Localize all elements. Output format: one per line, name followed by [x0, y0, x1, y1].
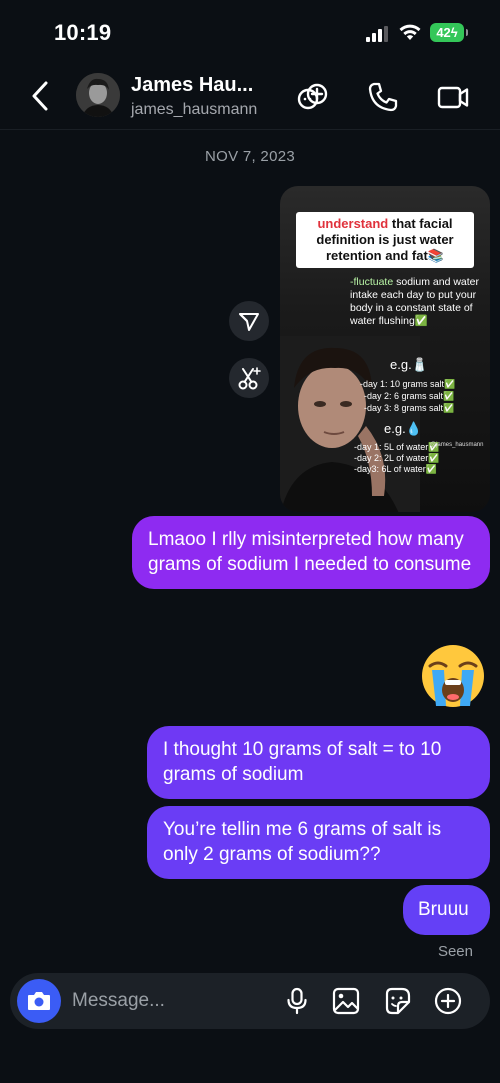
charging-icon: ϟ: [450, 25, 458, 40]
share-button[interactable]: [229, 301, 269, 341]
post-caption: understand that facial definition is jus…: [296, 212, 474, 268]
battery-indicator: 42 ϟ: [430, 23, 468, 42]
crying-emoji[interactable]: [416, 640, 490, 712]
salt-header: e.g.🧂: [390, 357, 428, 372]
contact-name[interactable]: James Hau...: [131, 74, 253, 97]
water-list: -day 1: 5L of water✅ -day 2: 2L of water…: [354, 442, 439, 475]
send-icon: [239, 313, 259, 331]
message-input[interactable]: [72, 989, 262, 1013]
message-bubble[interactable]: You’re tellin me 6 grams of salt is only…: [147, 806, 490, 879]
add-people-icon[interactable]: [296, 80, 330, 114]
gallery-icon[interactable]: [331, 986, 361, 1016]
salt-list: -day 1: 10 grams salt✅ -day 2: 6 grams s…: [360, 378, 455, 414]
chat-header: James Hau... james_hausmann: [0, 64, 500, 130]
camera-icon: [28, 992, 50, 1010]
avatar[interactable]: [76, 73, 120, 117]
video-call-icon[interactable]: [436, 80, 470, 114]
add-circle-icon[interactable]: [433, 986, 463, 1016]
post-handle: @james_hausmann: [430, 442, 484, 448]
scissors-sparkle-icon: [238, 367, 261, 390]
battery-level: 42: [436, 25, 451, 40]
message-bubble[interactable]: Lmaoo I rlly misinterpreted how many gra…: [132, 516, 490, 589]
status-bar: 10:19 42 ϟ: [0, 0, 500, 64]
message-bubble[interactable]: Bruuu: [403, 885, 490, 935]
loudly-crying-face-icon: [422, 645, 484, 707]
contact-username[interactable]: james_hausmann: [131, 101, 257, 119]
salt-day-1: -day 1: 10 grams salt✅: [360, 379, 456, 389]
water-day-1: -day 1: 5L of water✅: [354, 442, 440, 452]
date-separator: NOV 7, 2023: [204, 148, 296, 165]
remix-button[interactable]: [229, 358, 269, 398]
status-time: 10:19: [54, 20, 112, 45]
post-tip: -fluctuate sodium and water intake each …: [350, 276, 480, 328]
wifi-icon: [399, 24, 421, 40]
shared-post[interactable]: understand that facial definition is jus…: [280, 186, 490, 512]
water-day-2: -day 2: 2L of water✅: [354, 453, 440, 463]
caption-highlight: understand: [317, 216, 389, 231]
cellular-signal-icon: [366, 26, 388, 42]
water-day-3: -day3: 6L of water✅: [354, 464, 437, 474]
back-chevron-icon[interactable]: [26, 78, 56, 114]
seen-status: Seen: [437, 943, 473, 960]
water-header: e.g.💧: [384, 421, 422, 436]
message-composer: [10, 973, 490, 1029]
salt-day-3: -day 3: 8 grams salt✅: [364, 403, 455, 413]
avatar-photo: [76, 73, 120, 117]
camera-button[interactable]: [17, 979, 61, 1023]
phone-call-icon[interactable]: [366, 80, 400, 114]
salt-day-2: -day 2: 6 grams salt✅: [364, 391, 455, 401]
tip-highlight: -fluctuate: [350, 276, 394, 288]
microphone-icon[interactable]: [282, 986, 312, 1016]
message-bubble[interactable]: I thought 10 grams of salt = to 10 grams…: [147, 726, 490, 799]
sticker-icon[interactable]: [382, 986, 412, 1016]
